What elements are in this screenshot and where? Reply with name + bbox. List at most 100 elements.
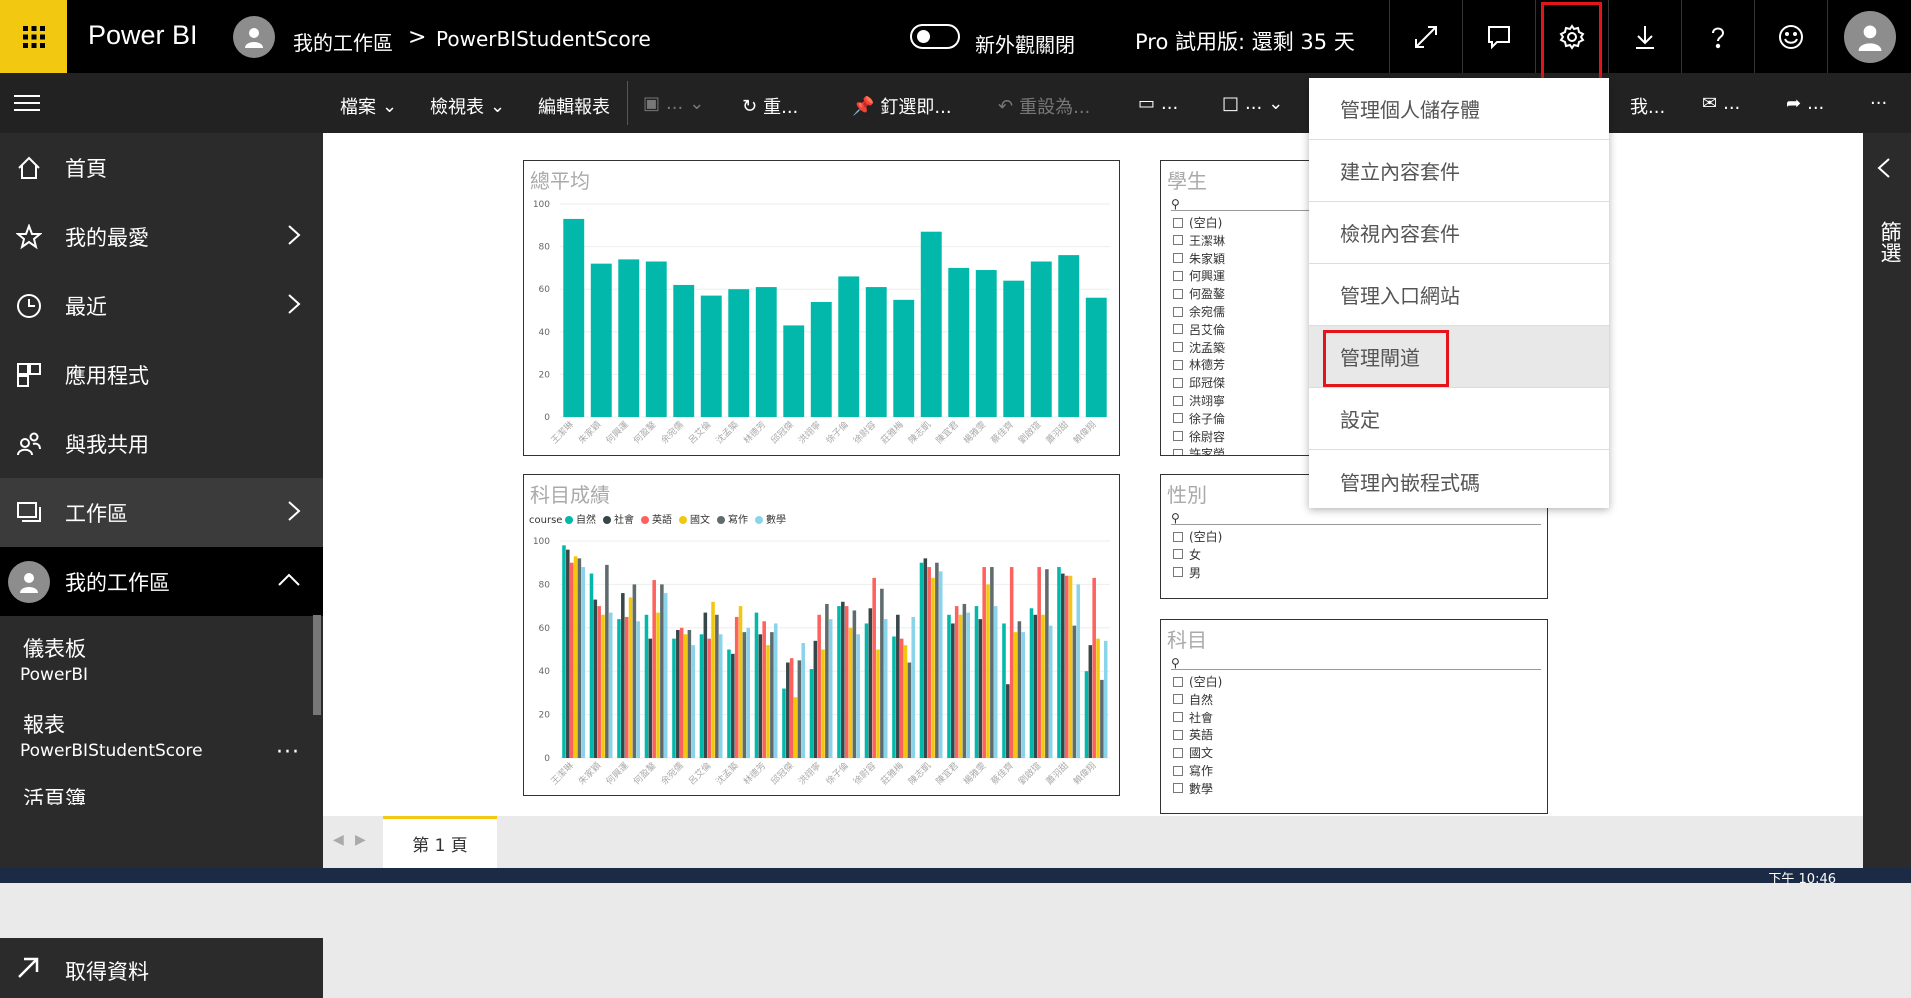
nav-collapse-button[interactable] bbox=[14, 95, 40, 115]
prev-page-icon[interactable]: ◀ bbox=[333, 832, 344, 848]
checkbox[interactable] bbox=[1173, 288, 1183, 299]
subject-chart[interactable]: 科目成績 course 自然 社會 英語 國文 寫作 數學 0 20 40 60 80 100 王潔琳 朱家… bbox=[523, 474, 1120, 796]
bar[interactable] bbox=[1017, 621, 1022, 758]
legend-label[interactable]: 國文 bbox=[690, 513, 710, 526]
bar[interactable] bbox=[621, 593, 625, 758]
legend-label[interactable]: 數學 bbox=[766, 513, 786, 526]
bar[interactable] bbox=[577, 558, 582, 758]
checkbox[interactable] bbox=[1173, 359, 1183, 370]
bar[interactable] bbox=[700, 295, 722, 417]
nav-scrollbar[interactable] bbox=[313, 615, 321, 715]
report-more-button[interactable]: ··· bbox=[276, 740, 300, 765]
edit-report-button[interactable]: 編輯報表 bbox=[538, 93, 610, 119]
bar[interactable] bbox=[1002, 623, 1006, 758]
bar[interactable] bbox=[880, 588, 884, 758]
nav-apps[interactable]: 應用程式 bbox=[0, 340, 323, 409]
bar[interactable] bbox=[597, 606, 601, 758]
slicer-item[interactable]: 社會 bbox=[1173, 709, 1213, 726]
reset-default-button[interactable]: ↶ 重設為... bbox=[998, 93, 1090, 119]
legend-label[interactable]: 寫作 bbox=[728, 513, 748, 526]
checkbox[interactable] bbox=[1173, 377, 1183, 388]
comment-button[interactable]: ▭... bbox=[1138, 93, 1178, 114]
bar[interactable] bbox=[569, 562, 574, 758]
bar[interactable] bbox=[903, 645, 908, 758]
bar[interactable] bbox=[715, 614, 719, 758]
slicer-item[interactable]: 林德芳 bbox=[1173, 356, 1225, 373]
new-look-toggle[interactable] bbox=[910, 24, 960, 49]
nav-recent[interactable]: 最近 bbox=[0, 271, 323, 340]
bar[interactable] bbox=[618, 259, 640, 417]
dashboards-heading[interactable]: 儀表板 bbox=[23, 633, 86, 663]
nav-shared-with-me[interactable]: 與我共用 bbox=[0, 409, 323, 478]
bar[interactable] bbox=[566, 549, 570, 758]
slicer-item[interactable]: 洪翊寧 bbox=[1173, 392, 1225, 409]
bar[interactable] bbox=[617, 619, 621, 758]
checkbox[interactable] bbox=[1173, 395, 1183, 406]
bar[interactable] bbox=[605, 564, 609, 758]
bar[interactable] bbox=[883, 619, 888, 758]
bar[interactable] bbox=[852, 610, 857, 758]
help-button[interactable] bbox=[1681, 0, 1754, 73]
next-page-icon[interactable]: ▶ bbox=[355, 832, 366, 848]
bar[interactable] bbox=[573, 556, 578, 758]
bar[interactable] bbox=[1084, 671, 1089, 758]
bar[interactable] bbox=[844, 606, 849, 758]
slicer-item[interactable]: 許家榮 bbox=[1173, 445, 1225, 455]
bar[interactable] bbox=[734, 616, 739, 758]
bar[interactable] bbox=[687, 629, 692, 758]
bar[interactable] bbox=[644, 614, 649, 758]
bar[interactable] bbox=[608, 612, 613, 758]
slicer-search[interactable]: ⚲ bbox=[1171, 652, 1541, 670]
bar[interactable] bbox=[978, 619, 983, 758]
bar[interactable] bbox=[986, 584, 990, 758]
bar[interactable] bbox=[813, 640, 818, 758]
menu-settings[interactable]: 設定 bbox=[1309, 388, 1609, 450]
checkbox[interactable] bbox=[1173, 783, 1183, 794]
checkbox[interactable] bbox=[1173, 270, 1183, 281]
bar[interactable] bbox=[699, 634, 704, 758]
bar[interactable] bbox=[982, 567, 986, 758]
bar[interactable] bbox=[1072, 625, 1077, 758]
bar[interactable] bbox=[773, 623, 778, 758]
bar[interactable] bbox=[1092, 577, 1096, 758]
bar[interactable] bbox=[1033, 614, 1038, 758]
tab-page-1[interactable]: 第 1 頁 bbox=[383, 816, 497, 868]
bar[interactable] bbox=[817, 614, 821, 758]
bar[interactable] bbox=[676, 629, 680, 758]
checkbox[interactable] bbox=[1173, 694, 1183, 705]
bar[interactable] bbox=[601, 614, 605, 758]
slicer-item[interactable]: 國文 bbox=[1173, 744, 1213, 761]
bar[interactable] bbox=[821, 649, 825, 759]
bar[interactable] bbox=[1088, 645, 1093, 758]
refresh-button[interactable]: ↻ 重... bbox=[742, 93, 798, 119]
bar[interactable] bbox=[947, 614, 951, 758]
bar[interactable] bbox=[1061, 573, 1065, 758]
nav-favorites[interactable]: 我的最愛 bbox=[0, 202, 323, 271]
bar[interactable] bbox=[770, 632, 774, 758]
slicer-item[interactable]: 自然 bbox=[1173, 691, 1213, 708]
bar[interactable] bbox=[868, 608, 873, 758]
workbooks-heading[interactable]: 活頁簿 bbox=[23, 783, 86, 805]
bookmark-menu[interactable]: □... ⌄ bbox=[1222, 93, 1283, 114]
bar[interactable] bbox=[624, 616, 629, 758]
bar[interactable] bbox=[797, 660, 802, 758]
bar[interactable] bbox=[1096, 638, 1100, 758]
legend-label[interactable]: 英語 bbox=[652, 513, 672, 526]
share-button[interactable]: ➦... bbox=[1786, 93, 1824, 114]
bar[interactable] bbox=[993, 606, 998, 758]
checkbox[interactable] bbox=[1173, 549, 1183, 560]
filters-pane[interactable]: 篩選 bbox=[1863, 133, 1911, 883]
slicer-item[interactable]: (空白) bbox=[1173, 673, 1222, 690]
menu-view-content-pack[interactable]: 檢視內容套件 bbox=[1309, 202, 1609, 264]
bar[interactable] bbox=[590, 263, 612, 417]
file-menu[interactable]: 檔案 ⌄ bbox=[340, 93, 397, 119]
breadcrumb-workspace[interactable]: 我的工作區 bbox=[293, 27, 393, 56]
checkbox[interactable] bbox=[1173, 342, 1183, 353]
slicer-item[interactable]: 王潔琳 bbox=[1173, 232, 1225, 249]
avg-chart[interactable]: 總平均 0 20 40 60 80 100 王潔琳 朱家穎 何興運 何盈鏊 余宛儒 呂艾倫 沈孟築 林德芳… bbox=[523, 160, 1120, 456]
bar[interactable] bbox=[679, 627, 684, 758]
bar[interactable] bbox=[786, 662, 790, 758]
feedback-button[interactable] bbox=[1754, 0, 1827, 73]
checkbox[interactable] bbox=[1173, 306, 1183, 317]
checkbox[interactable] bbox=[1173, 448, 1183, 455]
